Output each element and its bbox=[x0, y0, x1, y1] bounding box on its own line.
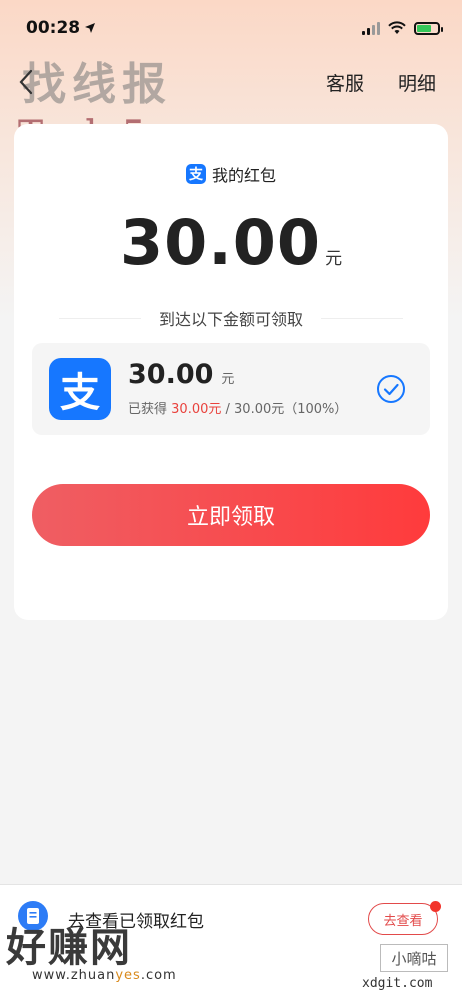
card-title-text: 我的红包 bbox=[211, 166, 276, 185]
status-time: 00:28 bbox=[26, 18, 96, 38]
claim-button[interactable]: 立即领取 bbox=[32, 484, 430, 546]
card-title: 支 我的红包 bbox=[14, 162, 448, 186]
wm-url-part-a: www.zhuan bbox=[32, 968, 116, 983]
item-progress: 已获得 30.00元 / 30.00元（100%） bbox=[128, 398, 347, 417]
progress-current: 30.00元 bbox=[171, 402, 222, 417]
threshold-item[interactable]: 支 30.00 元 已获得 30.00元 / 30.00元（100%） bbox=[32, 343, 430, 435]
item-amount-row: 30.00 元 bbox=[128, 359, 234, 390]
location-arrow-icon bbox=[85, 23, 96, 33]
alipay-logo-icon: 支 bbox=[49, 358, 111, 420]
watermark-bottom-url: www.zhuanyes.com bbox=[32, 968, 177, 983]
threshold-divider: 到达以下金额可领取 bbox=[14, 306, 448, 330]
status-icons bbox=[362, 21, 443, 35]
wifi-icon bbox=[388, 21, 406, 34]
balance-amount: 30.00 元 bbox=[14, 206, 448, 279]
go-view-button[interactable]: 去查看 bbox=[368, 903, 438, 935]
signal-icon bbox=[362, 21, 380, 35]
check-circle-icon bbox=[377, 375, 405, 403]
nav-actions: 客服 明细 bbox=[326, 69, 436, 96]
wm-url-part-b: yes bbox=[115, 968, 141, 983]
time-label: 00:28 bbox=[26, 18, 81, 38]
alipay-mini-icon: 支 bbox=[185, 164, 206, 184]
progress-prefix: 已获得 bbox=[128, 402, 168, 417]
threshold-text: 到达以下金额可领取 bbox=[158, 310, 303, 329]
back-chevron-icon[interactable] bbox=[18, 69, 34, 95]
item-amount: 30.00 bbox=[128, 359, 214, 390]
wm-url-part-c: .com bbox=[140, 968, 177, 983]
notification-dot bbox=[430, 901, 441, 912]
item-unit: 元 bbox=[221, 372, 235, 387]
watermark-bottom-cn: 好赚网 bbox=[6, 924, 132, 971]
amount-value: 30.00 bbox=[119, 206, 322, 279]
progress-rest: / 30.00元（100%） bbox=[225, 402, 348, 417]
divider-line-left bbox=[58, 317, 141, 319]
divider-line-right bbox=[321, 317, 403, 319]
red-packet-card: 支 我的红包 30.00 元 到达以下金额可领取 支 30.00 元 已获得 3… bbox=[14, 124, 448, 620]
watermark-badge: 小嘀咕 bbox=[380, 944, 448, 972]
nav-bar: 客服 明细 bbox=[0, 56, 462, 108]
battery-icon bbox=[414, 21, 443, 35]
amount-unit: 元 bbox=[325, 249, 343, 269]
details-link[interactable]: 明细 bbox=[398, 69, 436, 96]
customer-service-link[interactable]: 客服 bbox=[326, 69, 364, 96]
watermark-badge-url: xdgit.com bbox=[362, 976, 433, 991]
